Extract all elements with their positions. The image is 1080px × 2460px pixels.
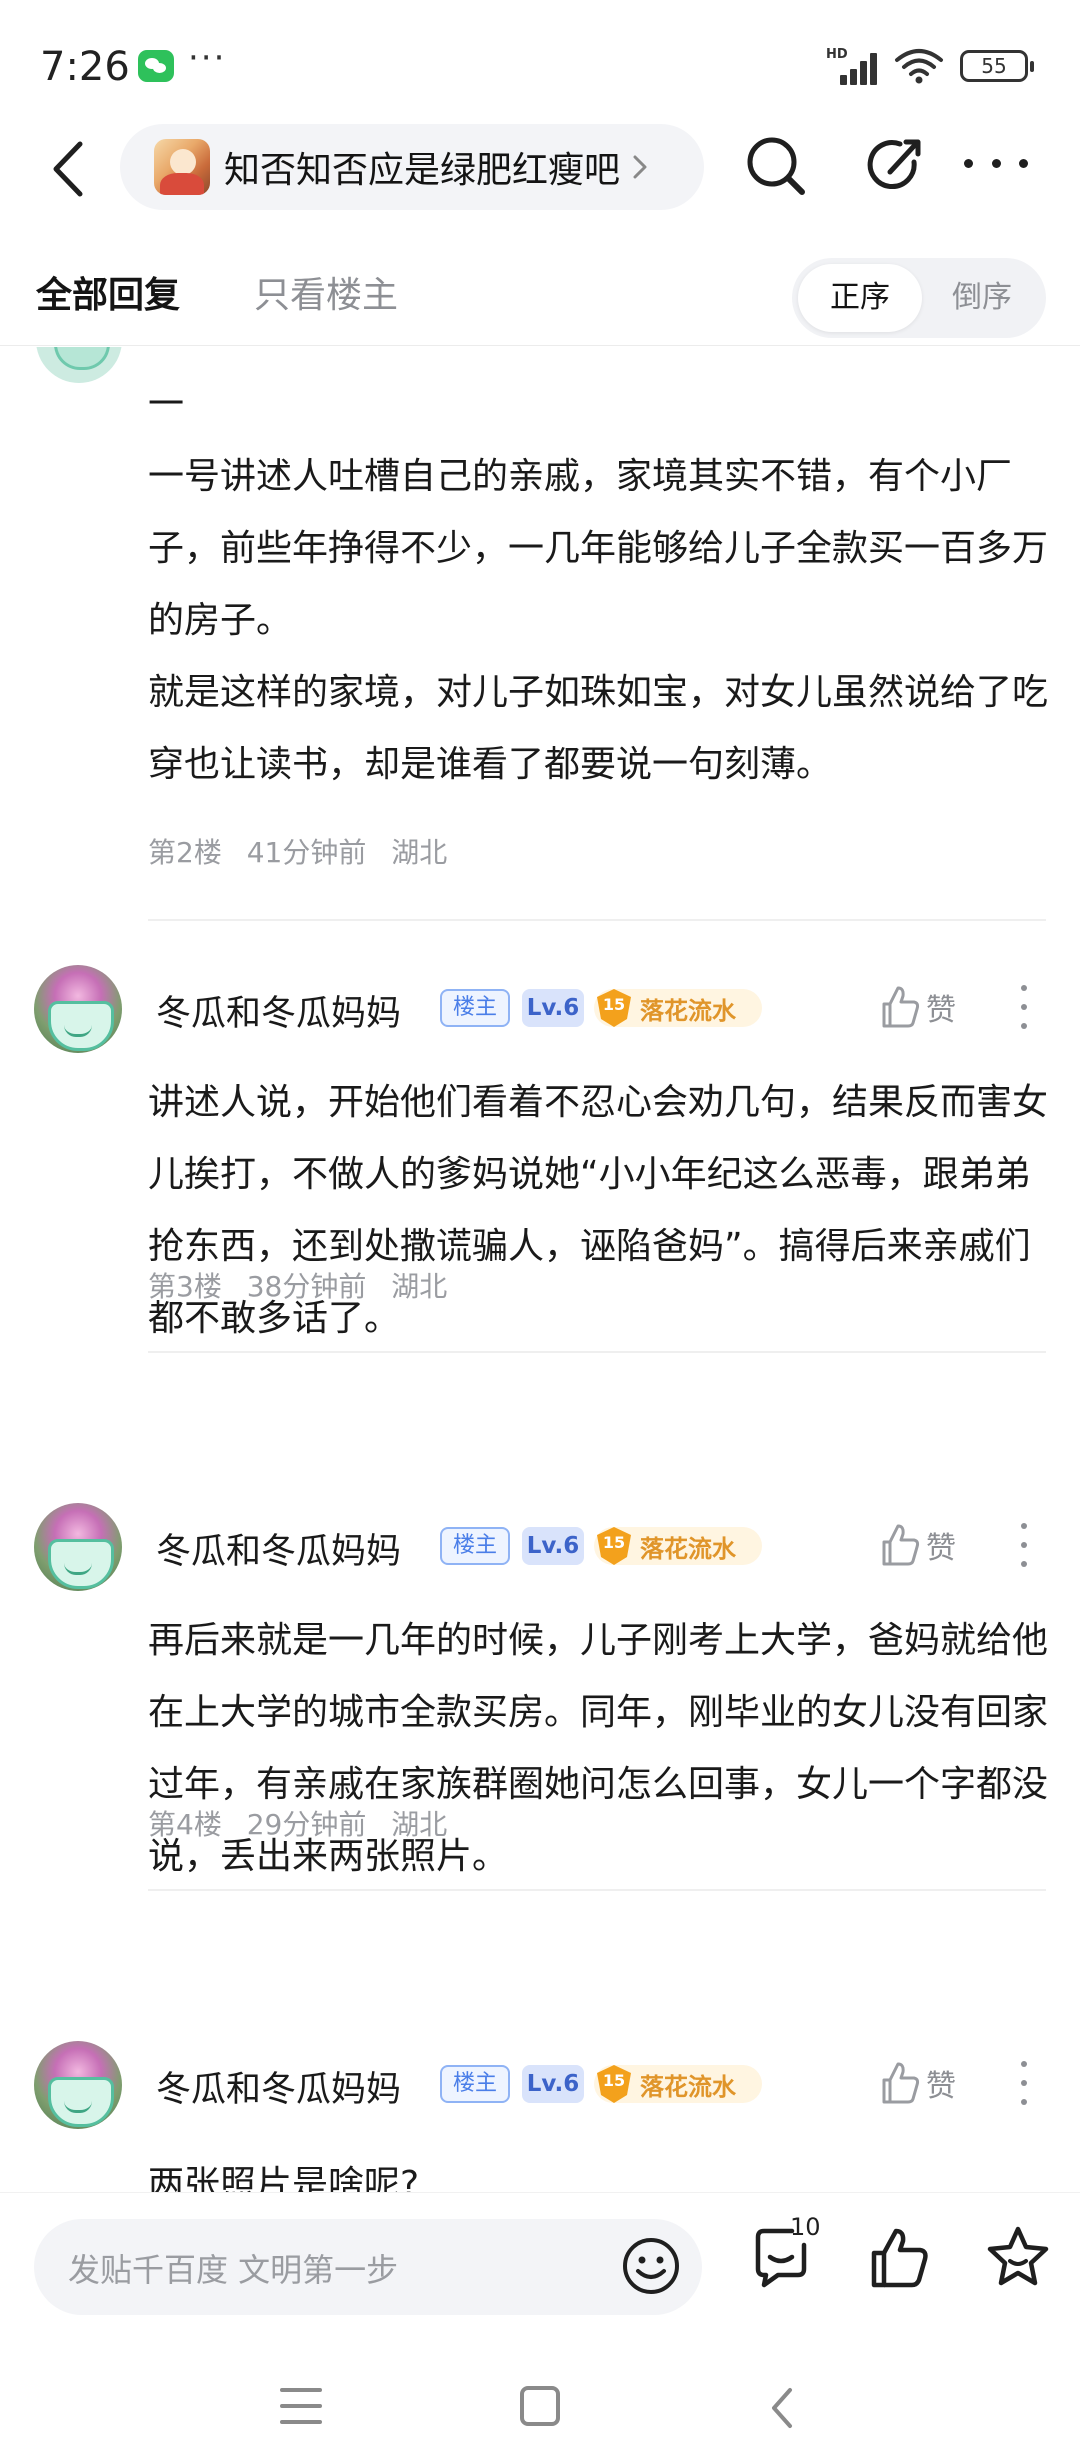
more-icon[interactable] <box>964 148 1028 178</box>
post-location: 湖北 <box>391 836 448 869</box>
title-badge: 15 落花流水 <box>594 989 762 1027</box>
post-text: 两张照片是啥呢? <box>148 2164 420 2192</box>
post-time: 38分钟前 <box>246 1270 367 1303</box>
username[interactable]: 冬瓜和冬瓜妈妈 <box>156 2061 401 2112</box>
level-badge: Lv.6 <box>522 1527 584 1565</box>
post-location: 湖北 <box>391 1270 448 1303</box>
tab-all-replies[interactable]: 全部回复 <box>36 266 180 318</box>
post-meta: 第3楼 38分钟前 湖北 <box>148 1265 463 1305</box>
avatar[interactable] <box>34 965 122 1053</box>
avatar[interactable] <box>36 347 122 383</box>
edit-icon[interactable] <box>862 132 930 200</box>
comment-count: 10 <box>790 2213 821 2241</box>
post-more-icon[interactable] <box>1016 2061 1032 2105</box>
chevron-right-icon <box>633 155 647 179</box>
sort-asc-button[interactable]: 正序 <box>798 264 922 332</box>
status-bar: 7:26 ··· HD 55 <box>0 0 1080 130</box>
top-header: 知否知否应是绿肥红瘦吧 <box>0 118 1080 218</box>
thumbs-up-icon <box>882 2062 920 2104</box>
username[interactable]: 冬瓜和冬瓜妈妈 <box>156 985 401 1036</box>
system-nav-bar <box>0 2342 1080 2460</box>
like-label: 赞 <box>926 2069 956 2104</box>
back-icon[interactable] <box>40 134 100 204</box>
forum-avatar <box>154 139 210 195</box>
emoji-icon[interactable] <box>618 2233 684 2299</box>
level-badge: Lv.6 <box>522 989 584 1027</box>
op-badge: 楼主 <box>440 2065 510 2103</box>
post-meta: 第4楼 29分钟前 湖北 <box>148 1803 463 1843</box>
title-badge: 15 落花流水 <box>594 1527 762 1565</box>
title-level: 15 <box>602 995 626 1014</box>
menu-icon[interactable] <box>280 2388 322 2424</box>
signal-icon: HD <box>826 47 878 85</box>
level-badge: Lv.6 <box>522 2065 584 2103</box>
like-button[interactable]: 赞 <box>878 981 970 1033</box>
like-label: 赞 <box>926 993 956 1028</box>
title-text: 落花流水 <box>640 997 736 1025</box>
post-time: 41分钟前 <box>246 836 367 869</box>
post-location: 湖北 <box>391 1808 448 1841</box>
forum-name: 知否知否应是绿肥红瘦吧 <box>224 150 621 191</box>
sort-desc-button[interactable]: 倒序 <box>922 264 1042 332</box>
post-time: 29分钟前 <box>246 1808 367 1841</box>
battery-level: 55 <box>981 54 1007 78</box>
floor-number: 第3楼 <box>148 1270 222 1303</box>
divider <box>148 919 1046 921</box>
floor-number: 第2楼 <box>148 836 222 869</box>
post-meta: 第2楼 41分钟前 湖北 <box>148 831 463 871</box>
sort-toggle: 正序 倒序 <box>792 258 1046 338</box>
divider <box>148 1351 1046 1353</box>
title-level: 15 <box>602 2071 626 2090</box>
status-more-icon: ··· <box>188 38 227 78</box>
back-icon[interactable] <box>764 2384 800 2432</box>
search-icon[interactable] <box>742 132 810 200</box>
post-text: 一 一号讲述人吐槽自己的亲戚，家境其实不错，有个小厂子，前些年挣得不少，一几年能… <box>148 384 1049 785</box>
avatar[interactable] <box>34 1503 122 1591</box>
status-time: 7:26 <box>40 44 130 90</box>
tab-only-op[interactable]: 只看楼主 <box>254 266 398 318</box>
star-icon[interactable] <box>984 2223 1052 2291</box>
network-label: HD <box>826 47 848 62</box>
post-more-icon[interactable] <box>1016 1523 1032 1567</box>
reply-input[interactable]: 发贴千百度 文明第一步 <box>34 2219 702 2315</box>
like-button[interactable]: 赞 <box>878 2057 970 2109</box>
title-text: 落花流水 <box>640 1535 736 1563</box>
avatar[interactable] <box>34 2041 122 2129</box>
op-badge: 楼主 <box>440 1527 510 1565</box>
reply-placeholder: 发贴千百度 文明第一步 <box>68 2251 399 2289</box>
thumbs-up-icon <box>882 986 920 1028</box>
thumbs-up-icon[interactable] <box>866 2225 932 2291</box>
divider <box>148 1889 1046 1891</box>
post-text: 再后来就是一几年的时候，儿子刚考上大学，爸妈就给他在上大学的城市全款买房。同年，… <box>148 1620 1049 1877</box>
title-level: 15 <box>602 1533 626 1552</box>
thumbs-up-icon <box>882 1524 920 1566</box>
reply-list: 一 一号讲述人吐槽自己的亲戚，家境其实不错，有个小厂子，前些年挣得不少，一几年能… <box>0 347 1080 2192</box>
home-icon[interactable] <box>520 2386 560 2426</box>
title-badge: 15 落花流水 <box>594 2065 762 2103</box>
status-indicators: HD 55 <box>826 46 1034 86</box>
bottom-action-bar: 发贴千百度 文明第一步 10 <box>0 2192 1080 2342</box>
wechat-icon <box>138 50 174 82</box>
forum-entry[interactable]: 知否知否应是绿肥红瘦吧 <box>120 124 704 210</box>
post-text: 讲述人说，开始他们看着不忍心会劝几句，结果反而害女儿挨打，不做人的爹妈说她“小小… <box>148 1082 1049 1339</box>
post-more-icon[interactable] <box>1016 985 1032 1029</box>
wifi-icon <box>895 49 943 84</box>
floor-number: 第4楼 <box>148 1808 222 1841</box>
like-button[interactable]: 赞 <box>878 1519 970 1571</box>
op-badge: 楼主 <box>440 989 510 1027</box>
reply-tabs: 全部回复 只看楼主 正序 倒序 <box>0 250 1080 346</box>
like-label: 赞 <box>926 1531 956 1566</box>
username[interactable]: 冬瓜和冬瓜妈妈 <box>156 1523 401 1574</box>
title-text: 落花流水 <box>640 2073 736 2101</box>
battery-icon: 55 <box>960 50 1034 82</box>
